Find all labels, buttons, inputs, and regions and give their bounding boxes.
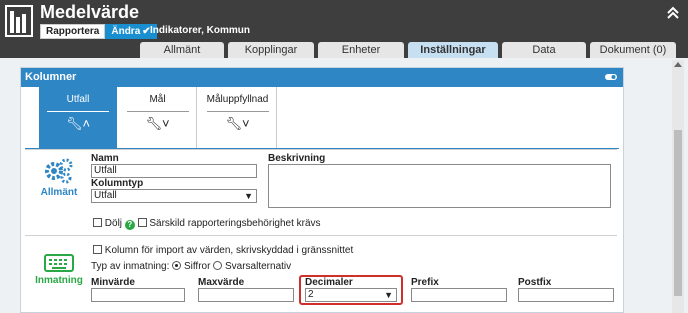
scrollbar-thumb[interactable] <box>674 130 682 296</box>
wrench-expand-icon: 🔧︎˅ <box>145 116 170 131</box>
decimals-label: Decimaler <box>305 277 353 288</box>
divider <box>126 111 189 112</box>
name-label: Namn <box>91 153 119 164</box>
report-mode-button[interactable]: Rapportera <box>40 24 106 39</box>
max-value-label: Maxvärde <box>198 277 245 288</box>
input-section-label: Inmatning <box>35 275 83 286</box>
hide-checkbox[interactable] <box>93 218 102 227</box>
options-row: Dölj ? Särskild rapporteringsbehörighet … <box>93 218 321 230</box>
column-tabs: Utfall 🔧︎˄ Mål 🔧︎˅ Måluppfyllnad 🔧︎˅ <box>25 87 619 149</box>
breadcrumb: Indikatorer, Kommun <box>150 25 251 36</box>
column-tab-mal[interactable]: Mål 🔧︎˅ <box>119 87 197 148</box>
chevron-down-icon: ▼ <box>384 290 393 300</box>
general-section: Allmänt Namn Utfall Kolumntyp Utfall ▼ B… <box>25 149 617 234</box>
input-type-row: Typ av inmatning: Siffror Svarsalternati… <box>91 261 291 272</box>
column-tab-maluppfyllnad[interactable]: Måluppfyllnad 🔧︎˅ <box>199 87 277 148</box>
wrench-expand-icon: 🔧︎˅ <box>225 116 250 131</box>
gears-icon <box>45 158 73 184</box>
edit-mode-button[interactable]: Ändra ✔ <box>105 24 157 39</box>
divider <box>206 111 269 112</box>
description-label: Beskrivning <box>268 153 326 164</box>
input-section: Inmatning Kolumn för import av värden, s… <box>25 235 617 313</box>
tab-installningar[interactable]: Inställningar <box>408 42 498 58</box>
special-permission-label: Särskild rapporteringsbehörighet krävs <box>149 218 321 229</box>
postfix-input[interactable] <box>518 288 614 302</box>
tab-enheter[interactable]: Enheter <box>318 42 404 58</box>
mode-toggle: Rapportera Ändra ✔ <box>40 24 157 39</box>
collapse-header-icon[interactable] <box>666 6 680 24</box>
column-type-label: Kolumntyp <box>91 178 144 189</box>
special-permission-checkbox[interactable] <box>137 218 147 227</box>
scroll-up-icon[interactable] <box>674 62 682 67</box>
columns-panel: Kolumner Utfall 🔧︎˄ Mål 🔧︎˅ Måluppfyllna… <box>20 67 624 313</box>
min-value-input[interactable] <box>91 288 185 302</box>
column-tab-label: Utfall <box>66 94 90 105</box>
divider <box>47 111 109 112</box>
panel-title: Kolumner <box>25 71 77 83</box>
column-tab-utfall[interactable]: Utfall 🔧︎˄ <box>39 87 117 148</box>
hide-label: Dölj <box>104 218 123 229</box>
name-input[interactable]: Utfall <box>91 164 257 178</box>
keyboard-icon <box>44 254 74 272</box>
edit-mode-label: Ändra <box>111 25 141 37</box>
input-type-label: Typ av inmatning: <box>91 261 170 272</box>
tab-data[interactable]: Data <box>502 42 586 58</box>
max-value-input[interactable] <box>198 288 294 302</box>
tab-dokument[interactable]: Dokument (0) <box>590 42 676 58</box>
app-header: Medelvärde Rapportera Ändra ✔ Indikatore… <box>0 0 688 58</box>
decimals-select[interactable]: 2 ▼ <box>305 288 397 302</box>
column-type-select[interactable]: Utfall ▼ <box>91 189 257 203</box>
tab-allmant[interactable]: Allmänt <box>140 42 224 58</box>
answers-label: Svarsalternativ <box>225 261 292 272</box>
help-icon[interactable]: ? <box>124 220 135 230</box>
column-tab-label: Måluppfyllnad <box>206 94 269 105</box>
tab-kopplingar[interactable]: Kopplingar <box>228 42 314 58</box>
postfix-label: Postfix <box>518 277 552 288</box>
digits-label: Siffror <box>183 261 211 272</box>
column-type-value: Utfall <box>94 190 117 201</box>
page-title: Medelvärde <box>40 2 140 22</box>
import-column-checkbox[interactable] <box>93 245 102 254</box>
chevron-down-icon: ▼ <box>244 191 253 201</box>
prefix-input[interactable] <box>411 288 507 302</box>
app-logo-icon <box>5 5 33 37</box>
description-textarea[interactable] <box>268 164 611 208</box>
panel-header: Kolumner <box>21 68 623 87</box>
input-section-header: Inmatning <box>31 254 87 286</box>
vertical-scrollbar[interactable] <box>672 60 684 313</box>
general-section-label: Allmänt <box>40 187 78 198</box>
import-column-label: Kolumn för import av värden, skrivskydda… <box>104 245 354 256</box>
answers-radio[interactable] <box>213 261 223 270</box>
digits-radio[interactable] <box>172 261 182 270</box>
column-tab-label: Mål <box>149 94 166 105</box>
panel-toggle-icon[interactable] <box>605 72 617 82</box>
min-value-label: Minvärde <box>91 277 135 288</box>
general-section-header: Allmänt <box>39 158 79 198</box>
prefix-label: Prefix <box>411 277 439 288</box>
decimals-value: 2 <box>308 289 314 300</box>
import-row: Kolumn för import av värden, skrivskydda… <box>93 245 353 256</box>
wrench-collapse-icon: 🔧︎˄ <box>65 116 91 131</box>
